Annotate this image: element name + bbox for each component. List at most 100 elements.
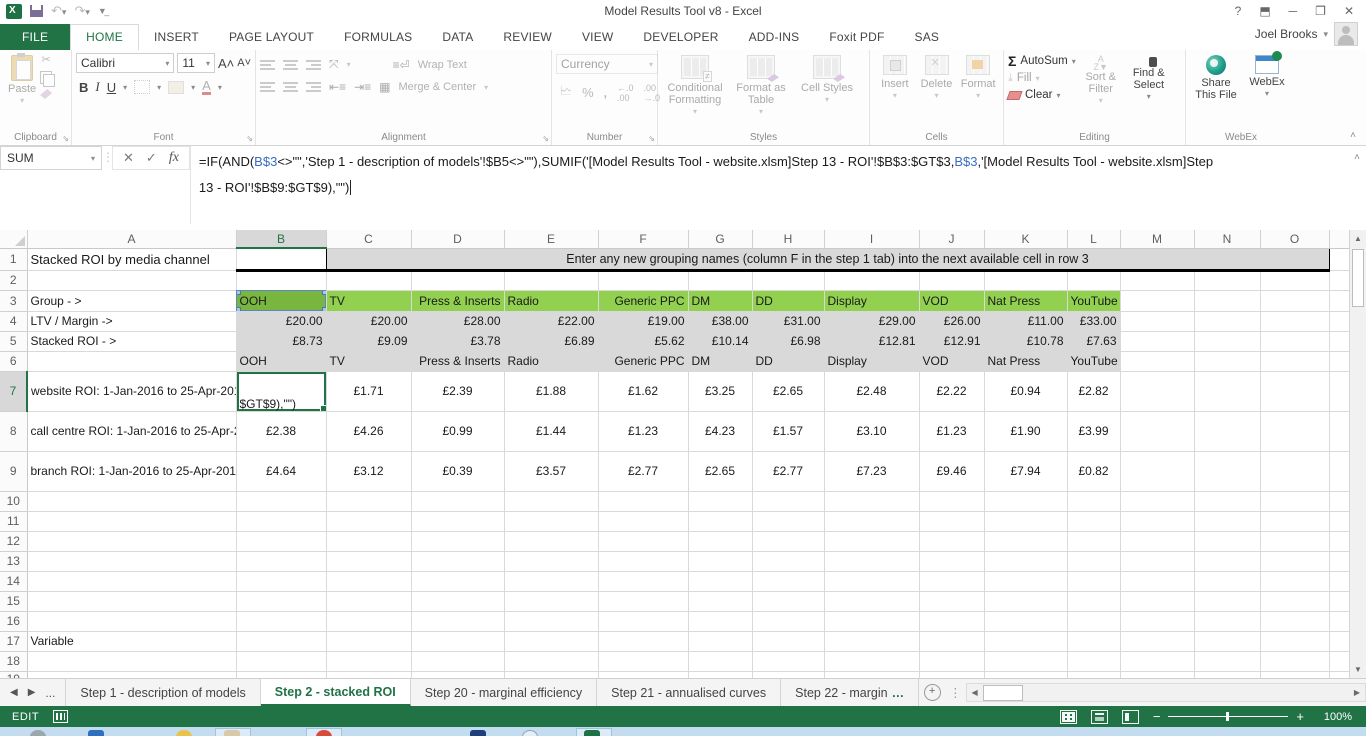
cell-G19[interactable] xyxy=(688,671,753,678)
cell-C1[interactable]: Enter any new grouping names (column F i… xyxy=(325,247,1330,272)
cell-D2[interactable] xyxy=(411,270,505,291)
cell-M13[interactable] xyxy=(1120,551,1195,572)
cell-A6[interactable] xyxy=(27,351,237,372)
cell-O18[interactable] xyxy=(1260,651,1330,672)
cell-B18[interactable] xyxy=(236,651,327,672)
cell-G16[interactable] xyxy=(688,611,753,632)
cell-E9[interactable]: £3.57 xyxy=(504,451,599,492)
row-header-10[interactable]: 10 xyxy=(0,491,28,512)
select-all-corner[interactable] xyxy=(0,230,28,249)
col-header-C[interactable]: C xyxy=(326,230,412,249)
cell-I9[interactable]: £7.23 xyxy=(824,451,920,492)
cell-styles-button[interactable]: Cell Styles ▾ xyxy=(794,53,860,118)
row-header-11[interactable]: 11 xyxy=(0,511,28,532)
cell-K12[interactable] xyxy=(984,531,1068,552)
cell-O17[interactable] xyxy=(1260,631,1330,652)
ribbon-tab-insert[interactable]: INSERT xyxy=(139,25,214,50)
ribbon-tab-sas[interactable]: SAS xyxy=(899,25,954,50)
cell-L19[interactable] xyxy=(1067,671,1121,678)
cell-N15[interactable] xyxy=(1194,591,1261,612)
row-header-9[interactable]: 9 xyxy=(0,451,28,492)
cell-A9[interactable]: branch ROI: 1-Jan-2016 to 25-Apr-2016 xyxy=(27,451,237,492)
cell-I2[interactable] xyxy=(824,270,920,291)
col-header-I[interactable]: I xyxy=(824,230,920,249)
cell-C10[interactable] xyxy=(326,491,412,512)
cell-N3[interactable] xyxy=(1194,290,1261,312)
cell-D10[interactable] xyxy=(411,491,505,512)
cell-J5[interactable]: £12.91 xyxy=(919,331,985,352)
cell-D4[interactable]: £28.00 xyxy=(411,311,505,332)
sheet-nav-right-icon[interactable]: ▶ xyxy=(28,687,36,698)
formula-input[interactable]: =IF(AND(B$3<>"",'Step 1 - description of… xyxy=(189,146,1348,224)
ribbon-tab-review[interactable]: REVIEW xyxy=(488,25,567,50)
cell-G5[interactable]: £10.14 xyxy=(688,331,753,352)
percent-icon[interactable]: % xyxy=(582,85,594,100)
cell-O9[interactable] xyxy=(1260,451,1330,492)
cell-E17[interactable] xyxy=(504,631,599,652)
cell-E13[interactable] xyxy=(504,551,599,572)
cell-L18[interactable] xyxy=(1067,651,1121,672)
copy-icon[interactable] xyxy=(40,71,56,87)
cell-J13[interactable] xyxy=(919,551,985,572)
cell-K11[interactable] xyxy=(984,511,1068,532)
cell-J8[interactable]: £1.23 xyxy=(919,411,985,452)
cell-G8[interactable]: £4.23 xyxy=(688,411,753,452)
cell-K17[interactable] xyxy=(984,631,1068,652)
cell-O11[interactable] xyxy=(1260,511,1330,532)
cell-L8[interactable]: £3.99 xyxy=(1067,411,1121,452)
ribbon-tab-developer[interactable]: DEVELOPER xyxy=(628,25,733,50)
cell-I11[interactable] xyxy=(824,511,920,532)
cell-I3[interactable]: Display xyxy=(824,290,920,312)
cell-J17[interactable] xyxy=(919,631,985,652)
cell-F8[interactable]: £1.23 xyxy=(598,411,689,452)
cell-G3[interactable]: DM xyxy=(688,290,753,312)
conditional-formatting-button[interactable]: Conditional Formatting▾ xyxy=(662,53,728,118)
cell-G7[interactable]: £3.25 xyxy=(688,371,753,412)
cell-J12[interactable] xyxy=(919,531,985,552)
cell-B4[interactable]: £20.00 xyxy=(236,311,327,332)
cell-O19[interactable] xyxy=(1260,671,1330,678)
cell-O10[interactable] xyxy=(1260,491,1330,512)
col-header-L[interactable]: L xyxy=(1067,230,1121,249)
orientation-icon[interactable]: ⤧ xyxy=(329,57,339,72)
worksheet-grid[interactable]: A B C D E F G H I J K L M N O 1 Stacked ROI by media cha… xyxy=(0,230,1349,678)
cell-M4[interactable] xyxy=(1120,311,1195,332)
cell-K19[interactable] xyxy=(984,671,1068,678)
cell-K18[interactable] xyxy=(984,651,1068,672)
cell-E7[interactable]: £1.88 xyxy=(504,371,599,412)
cell-O2[interactable] xyxy=(1260,270,1330,291)
cell-H2[interactable] xyxy=(752,270,825,291)
cut-icon[interactable]: ✂ xyxy=(42,53,51,68)
cell-D6[interactable]: Press & Inserts xyxy=(411,351,505,372)
increase-indent-icon[interactable]: ⇥≡ xyxy=(354,80,371,94)
cell-N5[interactable] xyxy=(1194,331,1261,352)
cell-J10[interactable] xyxy=(919,491,985,512)
merge-center-icon[interactable]: ▦ xyxy=(379,80,390,94)
cell-G2[interactable] xyxy=(688,270,753,291)
cell-M8[interactable] xyxy=(1120,411,1195,452)
wrap-text-icon[interactable]: ≡⏎ xyxy=(393,58,410,72)
cell-F4[interactable]: £19.00 xyxy=(598,311,689,332)
cell-K2[interactable] xyxy=(984,270,1068,291)
font-name-select[interactable]: Calibri ▾ xyxy=(76,53,175,73)
cell-A7[interactable]: website ROI: 1-Jan-2016 to 25-Apr-2016 xyxy=(27,371,237,412)
comma-icon[interactable]: , xyxy=(604,86,607,100)
cell-B3[interactable]: OOH xyxy=(236,290,327,312)
minimize-icon[interactable]: ─ xyxy=(1289,4,1298,18)
cell-K7[interactable]: £0.94 xyxy=(984,371,1068,412)
cell-C6[interactable]: TV xyxy=(326,351,412,372)
cell-O8[interactable] xyxy=(1260,411,1330,452)
cell-B11[interactable] xyxy=(236,511,327,532)
cell-E14[interactable] xyxy=(504,571,599,592)
cell-N12[interactable] xyxy=(1194,531,1261,552)
cell-N16[interactable] xyxy=(1194,611,1261,632)
cell-A18[interactable] xyxy=(27,651,237,672)
align-middle-icon[interactable] xyxy=(283,58,298,72)
cell-J19[interactable] xyxy=(919,671,985,678)
row-header-5[interactable]: 5 xyxy=(0,331,28,352)
ribbon-tab-data[interactable]: DATA xyxy=(427,25,488,50)
cell-A1[interactable]: Stacked ROI by media channel xyxy=(27,248,237,271)
autosum-button[interactable]: Σ AutoSum ▾ xyxy=(1008,53,1076,70)
row-header-19[interactable]: 19 xyxy=(0,671,28,678)
cell-B10[interactable] xyxy=(236,491,327,512)
